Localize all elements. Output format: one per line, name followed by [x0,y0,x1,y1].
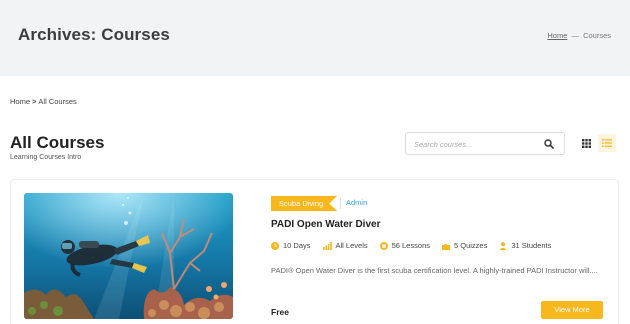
header-breadcrumb: Home — Courses [547,31,611,40]
grid-view-icon [581,138,591,148]
course-price: Free [271,307,289,317]
meta-students: 31 Students [499,241,551,250]
course-card: Scuba Diving Admin PADI Open Water Diver… [10,179,619,324]
search-input[interactable] [414,138,534,150]
meta-quizzes: 5 Quizzes [442,241,487,250]
meta-lessons-label: 56 Lessons [391,241,430,250]
level-bars-icon [322,241,332,250]
author-divider [340,198,341,209]
course-title[interactable]: PADI Open Water Diver [271,219,380,230]
list-view-button[interactable] [598,134,616,152]
page-header-banner: Archives: Courses Home — Courses [0,0,630,76]
lessons-icon [379,241,388,250]
grid-view-button[interactable] [577,134,595,152]
course-meta: 10 Days All Levels 56 Lessons 5 Quizzes … [271,241,563,250]
breadcrumb-separator: > [32,97,37,106]
meta-duration-label: 10 Days [283,241,311,250]
clock-icon [271,241,279,250]
meta-level-label: All Levels [335,241,368,250]
header-breadcrumb-separator: — [571,31,579,40]
meta-lessons: 56 Lessons [379,241,430,250]
author-link[interactable]: Admin [346,198,367,207]
breadcrumb-home-link[interactable]: Home [10,97,30,106]
student-icon [499,241,507,250]
list-view-icon [602,139,612,147]
page-title: All Courses [10,133,105,152]
breadcrumb-current: All Courses [38,97,77,106]
archive-title: Archives: Courses [18,25,170,44]
header-breadcrumb-home-link[interactable]: Home [547,31,567,40]
breadcrumb: Home > All Courses [10,97,77,106]
meta-duration: 10 Days [271,241,311,250]
meta-level: All Levels [322,241,368,250]
course-thumbnail[interactable] [24,193,233,319]
puzzle-icon [442,243,450,250]
search-box [405,132,565,155]
scuba-diver-image [24,193,233,319]
meta-students-label: 31 Students [511,241,552,250]
search-icon[interactable] [544,139,554,149]
category-badge[interactable]: Scuba Diving [271,196,338,211]
page-subtitle: Learning Courses Intro [10,154,82,161]
course-excerpt: PADI® Open Water Diver is the first scub… [271,266,598,275]
view-more-button[interactable]: View More [541,301,603,319]
header-breadcrumb-current: Courses [583,31,611,40]
meta-quizzes-label: 5 Quizzes [454,241,488,250]
